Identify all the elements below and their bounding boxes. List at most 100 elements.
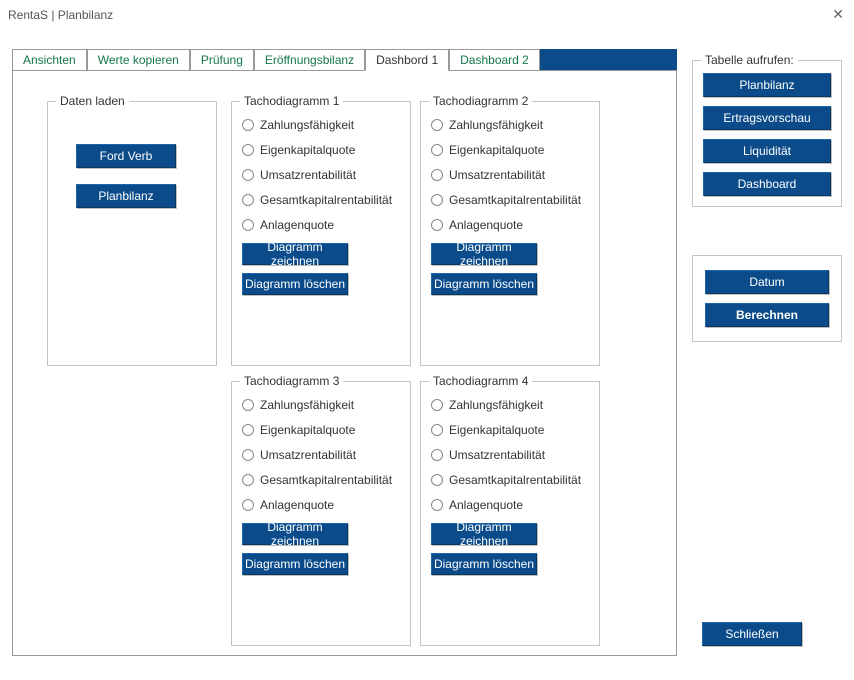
radio-t2-umsatzrentabilitaet[interactable]: Umsatzrentabilität (431, 168, 589, 182)
radio-icon (242, 119, 254, 131)
radio-t1-anlagenquote[interactable]: Anlagenquote (242, 218, 400, 232)
tab-content: Daten laden Ford Verb Planbilanz Tachodi… (12, 70, 677, 656)
radio-label: Anlagenquote (449, 218, 523, 232)
radio-icon (431, 449, 443, 461)
group-datum-berechnen: Datum Berechnen (692, 255, 842, 342)
radio-t4-eigenkapitalquote[interactable]: Eigenkapitalquote (431, 423, 589, 437)
group-tabelle-aufrufen: Tabelle aufrufen: Planbilanz Ertragsvors… (692, 60, 842, 207)
group-title-tacho-4: Tachodiagramm 4 (429, 374, 532, 388)
ertragsvorschau-button[interactable]: Ertragsvorschau (703, 106, 831, 130)
radio-t2-zahlungsfaehigkeit[interactable]: Zahlungsfähigkeit (431, 118, 589, 132)
close-icon[interactable]: ✕ (832, 6, 844, 23)
radio-t4-gesamtkapitalrentabilitaet[interactable]: Gesamtkapitalrentabilität (431, 473, 589, 487)
radio-icon (431, 474, 443, 486)
radio-label: Eigenkapitalquote (449, 423, 544, 437)
radio-icon (242, 449, 254, 461)
radio-icon (242, 399, 254, 411)
radio-t1-umsatzrentabilitaet[interactable]: Umsatzrentabilität (242, 168, 400, 182)
t3-delete-button[interactable]: Diagramm löschen (242, 553, 348, 575)
radio-icon (431, 424, 443, 436)
tab-pruefung[interactable]: Prüfung (190, 49, 254, 70)
group-tacho-1: Tachodiagramm 1 Zahlungsfähigkeit Eigenk… (231, 101, 411, 366)
title-bar: RentaS | Planbilanz ✕ (0, 0, 854, 30)
radio-icon (242, 424, 254, 436)
radio-label: Umsatzrentabilität (260, 168, 356, 182)
radio-label: Eigenkapitalquote (449, 143, 544, 157)
schliessen-button[interactable]: Schließen (702, 622, 802, 646)
berechnen-button[interactable]: Berechnen (705, 303, 829, 327)
radio-label: Gesamtkapitalrentabilität (260, 473, 392, 487)
radio-t3-umsatzrentabilitaet[interactable]: Umsatzrentabilität (242, 448, 400, 462)
radio-label: Gesamtkapitalrentabilität (449, 473, 581, 487)
tab-dashboard-2[interactable]: Dashboard 2 (449, 49, 540, 70)
radio-label: Anlagenquote (260, 218, 334, 232)
radio-t3-zahlungsfaehigkeit[interactable]: Zahlungsfähigkeit (242, 398, 400, 412)
dashboard-button[interactable]: Dashboard (703, 172, 831, 196)
radio-icon (242, 219, 254, 231)
tab-container: Ansichten Werte kopieren Prüfung Eröffnu… (12, 48, 677, 658)
planbilanz-table-button[interactable]: Planbilanz (703, 73, 831, 97)
radio-label: Gesamtkapitalrentabilität (260, 193, 392, 207)
group-title-tacho-1: Tachodiagramm 1 (240, 94, 343, 108)
radio-icon (431, 119, 443, 131)
radio-t1-zahlungsfaehigkeit[interactable]: Zahlungsfähigkeit (242, 118, 400, 132)
t3-draw-button[interactable]: Diagramm zeichnen (242, 523, 348, 545)
right-panel: Tabelle aufrufen: Planbilanz Ertragsvors… (692, 60, 842, 390)
radio-t4-umsatzrentabilitaet[interactable]: Umsatzrentabilität (431, 448, 589, 462)
group-tacho-3: Tachodiagramm 3 Zahlungsfähigkeit Eigenk… (231, 381, 411, 646)
radio-icon (242, 144, 254, 156)
radio-t3-anlagenquote[interactable]: Anlagenquote (242, 498, 400, 512)
radio-t3-gesamtkapitalrentabilitaet[interactable]: Gesamtkapitalrentabilität (242, 473, 400, 487)
radio-t4-anlagenquote[interactable]: Anlagenquote (431, 498, 589, 512)
group-daten-laden: Daten laden Ford Verb Planbilanz (47, 101, 217, 366)
t2-delete-button[interactable]: Diagramm löschen (431, 273, 537, 295)
group-tacho-4: Tachodiagramm 4 Zahlungsfähigkeit Eigenk… (420, 381, 600, 646)
radio-t2-eigenkapitalquote[interactable]: Eigenkapitalquote (431, 143, 589, 157)
group-title-daten-laden: Daten laden (56, 94, 129, 108)
radio-icon (431, 169, 443, 181)
radio-icon (431, 399, 443, 411)
radio-label: Zahlungsfähigkeit (260, 118, 354, 132)
t4-delete-button[interactable]: Diagramm löschen (431, 553, 537, 575)
radio-icon (242, 499, 254, 511)
t4-draw-button[interactable]: Diagramm zeichnen (431, 523, 537, 545)
radio-icon (431, 144, 443, 156)
t1-draw-button[interactable]: Diagramm zeichnen (242, 243, 348, 265)
t2-draw-button[interactable]: Diagramm zeichnen (431, 243, 537, 265)
radio-t3-eigenkapitalquote[interactable]: Eigenkapitalquote (242, 423, 400, 437)
radio-label: Zahlungsfähigkeit (449, 398, 543, 412)
tab-strip: Ansichten Werte kopieren Prüfung Eröffnu… (12, 48, 677, 70)
radio-label: Eigenkapitalquote (260, 143, 355, 157)
radio-t2-anlagenquote[interactable]: Anlagenquote (431, 218, 589, 232)
radio-t1-eigenkapitalquote[interactable]: Eigenkapitalquote (242, 143, 400, 157)
radio-icon (431, 219, 443, 231)
radio-t1-gesamtkapitalrentabilitaet[interactable]: Gesamtkapitalrentabilität (242, 193, 400, 207)
radio-icon (242, 474, 254, 486)
radio-label: Anlagenquote (449, 498, 523, 512)
planbilanz-button[interactable]: Planbilanz (76, 184, 176, 208)
t1-delete-button[interactable]: Diagramm löschen (242, 273, 348, 295)
radio-label: Eigenkapitalquote (260, 423, 355, 437)
radio-t2-gesamtkapitalrentabilitaet[interactable]: Gesamtkapitalrentabilität (431, 193, 589, 207)
radio-label: Umsatzrentabilität (449, 448, 545, 462)
group-tacho-2: Tachodiagramm 2 Zahlungsfähigkeit Eigenk… (420, 101, 600, 366)
group-title-tacho-2: Tachodiagramm 2 (429, 94, 532, 108)
tab-eroeffnungsbilanz[interactable]: Eröffnungsbilanz (254, 49, 365, 70)
ford-verb-button[interactable]: Ford Verb (76, 144, 176, 168)
radio-icon (242, 169, 254, 181)
window-title: RentaS | Planbilanz (8, 8, 113, 22)
radio-icon (431, 194, 443, 206)
group-title-tacho-3: Tachodiagramm 3 (240, 374, 343, 388)
tab-filler (540, 49, 677, 70)
radio-label: Gesamtkapitalrentabilität (449, 193, 581, 207)
datum-button[interactable]: Datum (705, 270, 829, 294)
radio-icon (242, 194, 254, 206)
liquiditaet-button[interactable]: Liquidität (703, 139, 831, 163)
group-title-tabelle-aufrufen: Tabelle aufrufen: (701, 53, 798, 67)
tab-werte-kopieren[interactable]: Werte kopieren (87, 49, 190, 70)
tab-ansichten[interactable]: Ansichten (12, 49, 87, 70)
radio-t4-zahlungsfaehigkeit[interactable]: Zahlungsfähigkeit (431, 398, 589, 412)
radio-label: Zahlungsfähigkeit (449, 118, 543, 132)
radio-label: Umsatzrentabilität (260, 448, 356, 462)
tab-dashbord-1[interactable]: Dashbord 1 (365, 49, 449, 71)
